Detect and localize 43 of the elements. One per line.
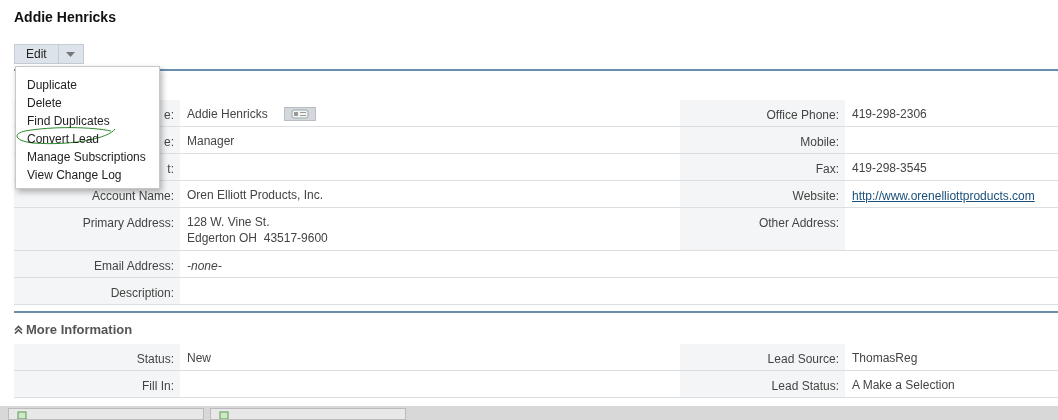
field-label: Mobile: [800, 134, 839, 151]
edit-button[interactable]: Edit [14, 44, 59, 64]
field-label: Fax: [815, 161, 839, 178]
page-icon [219, 411, 229, 419]
record-title: Addie Henricks [14, 8, 116, 27]
field-label: Lead Status: [771, 377, 839, 395]
field-label: Account Name: [91, 188, 174, 205]
field-value: 419-298-3545 [852, 160, 927, 176]
field-value: A Make a Selection [852, 376, 955, 393]
field-label: e: [164, 107, 174, 124]
field-value: ThomasReg [852, 349, 918, 366]
field-label: Fill In: [142, 377, 174, 395]
menu-item[interactable]: Find Duplicates [27, 112, 110, 130]
field-label: t: [167, 161, 174, 178]
field-label: Description: [110, 285, 174, 302]
page-icon [17, 411, 27, 419]
website-link[interactable]: http://www.orenelliottproducts.com [852, 189, 1035, 203]
menu-item[interactable]: Delete [27, 94, 62, 112]
collapse-icon[interactable] [14, 325, 23, 335]
field-label: Primary Address: [82, 215, 174, 232]
field-value: 128 W. Vine St. Edgerton OH 43517-9600 [187, 214, 328, 246]
field-value: Addie Henricks [187, 106, 268, 122]
section-title: More Information [26, 321, 133, 339]
field-value: New [187, 349, 211, 366]
field-label: Lead Source: [767, 350, 839, 368]
field-label: Other Address: [758, 215, 839, 232]
field-value: Manager [187, 133, 235, 149]
dropdown-button[interactable] [58, 44, 84, 64]
field-value: Oren Elliott Products, Inc. [187, 187, 324, 203]
vcard-icon[interactable] [283, 107, 316, 121]
field-label: Office Phone: [766, 107, 839, 124]
caret-icon [66, 51, 76, 57]
menu-item[interactable]: View Change Log [27, 166, 122, 184]
menu-item[interactable]: Manage Subscriptions [27, 148, 146, 166]
field-label: Website: [792, 188, 839, 205]
taskbar-tab[interactable] [8, 408, 204, 420]
field-label: Email Address: [93, 258, 174, 275]
taskbar-tab[interactable] [210, 408, 406, 420]
field-value: -none- [187, 259, 222, 273]
field-label: Status: [136, 350, 174, 368]
field-value: 419-298-2306 [852, 106, 927, 122]
field-label: e: [164, 134, 174, 151]
menu-item[interactable]: Duplicate [27, 76, 78, 94]
